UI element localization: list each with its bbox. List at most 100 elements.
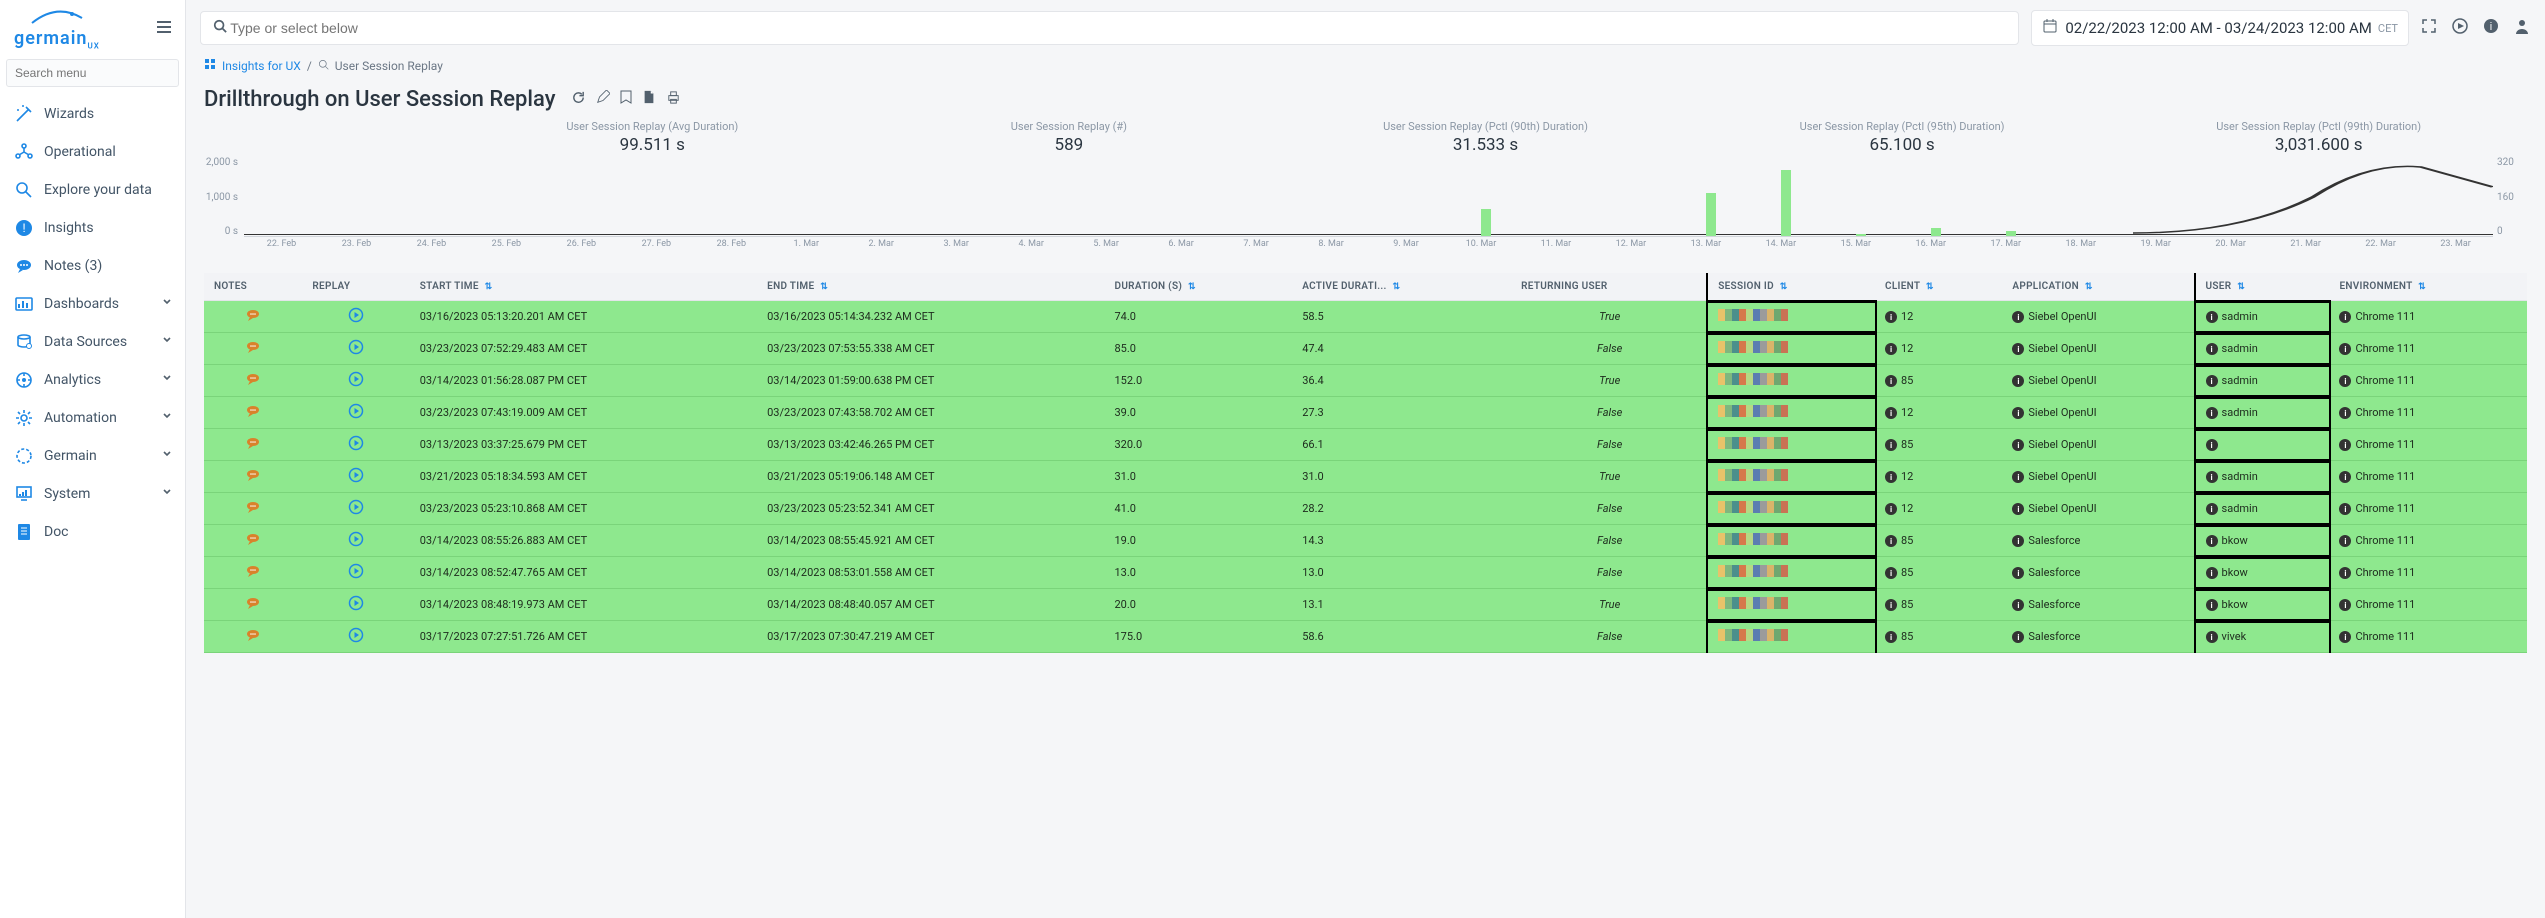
table-row[interactable]: 03/14/2023 08:55:26.883 AM CET 03/14/202… [204, 525, 2527, 557]
info-icon[interactable]: i [2483, 18, 2499, 38]
sidebar-item-explore-your-data[interactable]: Explore your data [0, 171, 185, 209]
info-dot-icon[interactable]: i [2206, 375, 2218, 387]
sidebar-item-germain[interactable]: Germain [0, 437, 185, 475]
info-dot-icon[interactable]: i [2012, 631, 2024, 643]
column-header[interactable]: ENVIRONMENT ⇅ [2329, 273, 2527, 301]
info-dot-icon[interactable]: i [2012, 407, 2024, 419]
replay-button[interactable] [348, 345, 364, 358]
info-dot-icon[interactable]: i [2012, 503, 2024, 515]
notes-icon[interactable] [245, 600, 261, 613]
info-dot-icon[interactable]: i [2339, 631, 2351, 643]
info-dot-icon[interactable]: i [1885, 535, 1897, 547]
info-dot-icon[interactable]: i [2339, 535, 2351, 547]
replay-button[interactable] [348, 505, 364, 518]
chart-bar[interactable] [2006, 231, 2016, 236]
info-dot-icon[interactable]: i [1885, 599, 1897, 611]
table-row[interactable]: 03/17/2023 07:27:51.726 AM CET 03/17/202… [204, 621, 2527, 653]
download-icon[interactable] [642, 90, 656, 109]
play-circle-icon[interactable] [2451, 17, 2469, 39]
info-dot-icon[interactable]: i [2012, 439, 2024, 451]
info-dot-icon[interactable]: i [2206, 471, 2218, 483]
fullscreen-icon[interactable] [2421, 18, 2437, 38]
column-header[interactable]: APPLICATION ⇅ [2002, 273, 2195, 301]
info-dot-icon[interactable]: i [2012, 311, 2024, 323]
info-dot-icon[interactable]: i [2206, 631, 2218, 643]
column-header[interactable]: SESSION ID ⇅ [1708, 273, 1875, 301]
table-row[interactable]: 03/16/2023 05:13:20.201 AM CET 03/16/202… [204, 301, 2527, 333]
info-dot-icon[interactable]: i [1885, 439, 1897, 451]
replay-button[interactable] [348, 409, 364, 422]
replay-button[interactable] [348, 313, 364, 326]
replay-button[interactable] [348, 537, 364, 550]
info-dot-icon[interactable]: i [2339, 567, 2351, 579]
info-dot-icon[interactable]: i [1885, 407, 1897, 419]
sidebar-item-insights[interactable]: ! Insights [0, 209, 185, 247]
global-search[interactable] [200, 11, 2019, 45]
sidebar-search-input[interactable] [6, 59, 179, 87]
sidebar-item-wizards[interactable]: Wizards [0, 95, 185, 133]
info-dot-icon[interactable]: i [2339, 503, 2351, 515]
column-header[interactable]: END TIME ⇅ [757, 273, 1104, 301]
chart-bar[interactable] [1481, 209, 1491, 236]
info-dot-icon[interactable]: i [2339, 407, 2351, 419]
column-header[interactable]: USER ⇅ [2196, 273, 2330, 301]
chart-bar[interactable] [1706, 193, 1716, 236]
info-dot-icon[interactable]: i [1885, 343, 1897, 355]
notes-icon[interactable] [245, 568, 261, 581]
column-header[interactable]: DURATION (S) ⇅ [1105, 273, 1293, 301]
replay-button[interactable] [348, 633, 364, 646]
chart-bar[interactable] [1931, 228, 1941, 236]
info-dot-icon[interactable]: i [2206, 599, 2218, 611]
info-dot-icon[interactable]: i [1885, 567, 1897, 579]
replay-button[interactable] [348, 473, 364, 486]
info-dot-icon[interactable]: i [2012, 375, 2024, 387]
info-dot-icon[interactable]: i [2206, 343, 2218, 355]
column-header[interactable]: CLIENT ⇅ [1875, 273, 2002, 301]
sidebar-item-automation[interactable]: Automation [0, 399, 185, 437]
sidebar-item-system[interactable]: System [0, 475, 185, 513]
info-dot-icon[interactable]: i [2339, 375, 2351, 387]
user-icon[interactable] [2513, 17, 2531, 39]
date-range-picker[interactable]: 02/22/2023 12:00 AM - 03/24/2023 12:00 A… [2031, 10, 2409, 46]
info-dot-icon[interactable]: i [2339, 439, 2351, 451]
notes-icon[interactable] [245, 632, 261, 645]
breadcrumb-root-link[interactable]: Insights for UX [222, 59, 301, 73]
sidebar-item-analytics[interactable]: Analytics [0, 361, 185, 399]
table-row[interactable]: 03/14/2023 01:56:28.087 PM CET 03/14/202… [204, 365, 2527, 397]
refresh-icon[interactable] [571, 90, 586, 109]
notes-icon[interactable] [245, 312, 261, 325]
info-dot-icon[interactable]: i [2012, 599, 2024, 611]
notes-icon[interactable] [245, 504, 261, 517]
info-dot-icon[interactable]: i [2012, 567, 2024, 579]
notes-icon[interactable] [245, 408, 261, 421]
replay-button[interactable] [348, 377, 364, 390]
table-row[interactable]: 03/23/2023 07:52:29.483 AM CET 03/23/202… [204, 333, 2527, 365]
replay-button[interactable] [348, 441, 364, 454]
notes-icon[interactable] [245, 344, 261, 357]
info-dot-icon[interactable]: i [2012, 343, 2024, 355]
table-row[interactable]: 03/14/2023 08:52:47.765 AM CET 03/14/202… [204, 557, 2527, 589]
info-dot-icon[interactable]: i [2339, 311, 2351, 323]
print-icon[interactable] [666, 90, 681, 109]
sidebar-item-doc[interactable]: Doc [0, 513, 185, 551]
info-dot-icon[interactable]: i [2339, 599, 2351, 611]
info-dot-icon[interactable]: i [1885, 471, 1897, 483]
notes-icon[interactable] [245, 376, 261, 389]
info-dot-icon[interactable]: i [2012, 535, 2024, 547]
info-dot-icon[interactable]: i [2206, 535, 2218, 547]
global-search-input[interactable] [230, 20, 2006, 36]
info-dot-icon[interactable]: i [1885, 311, 1897, 323]
column-header[interactable]: REPLAY [302, 273, 409, 301]
sidebar-item-operational[interactable]: Operational [0, 133, 185, 171]
chart-bar[interactable] [1781, 170, 1791, 236]
info-dot-icon[interactable]: i [2206, 311, 2218, 323]
column-header[interactable]: NOTES [204, 273, 302, 301]
info-dot-icon[interactable]: i [2012, 471, 2024, 483]
table-row[interactable]: 03/21/2023 05:18:34.593 AM CET 03/21/202… [204, 461, 2527, 493]
table-row[interactable]: 03/14/2023 08:48:19.973 AM CET 03/14/202… [204, 589, 2527, 621]
info-dot-icon[interactable]: i [2339, 471, 2351, 483]
replay-button[interactable] [348, 569, 364, 582]
notes-icon[interactable] [245, 440, 261, 453]
info-dot-icon[interactable]: i [2206, 503, 2218, 515]
column-header[interactable]: ACTIVE DURATI... ⇅ [1292, 273, 1511, 301]
